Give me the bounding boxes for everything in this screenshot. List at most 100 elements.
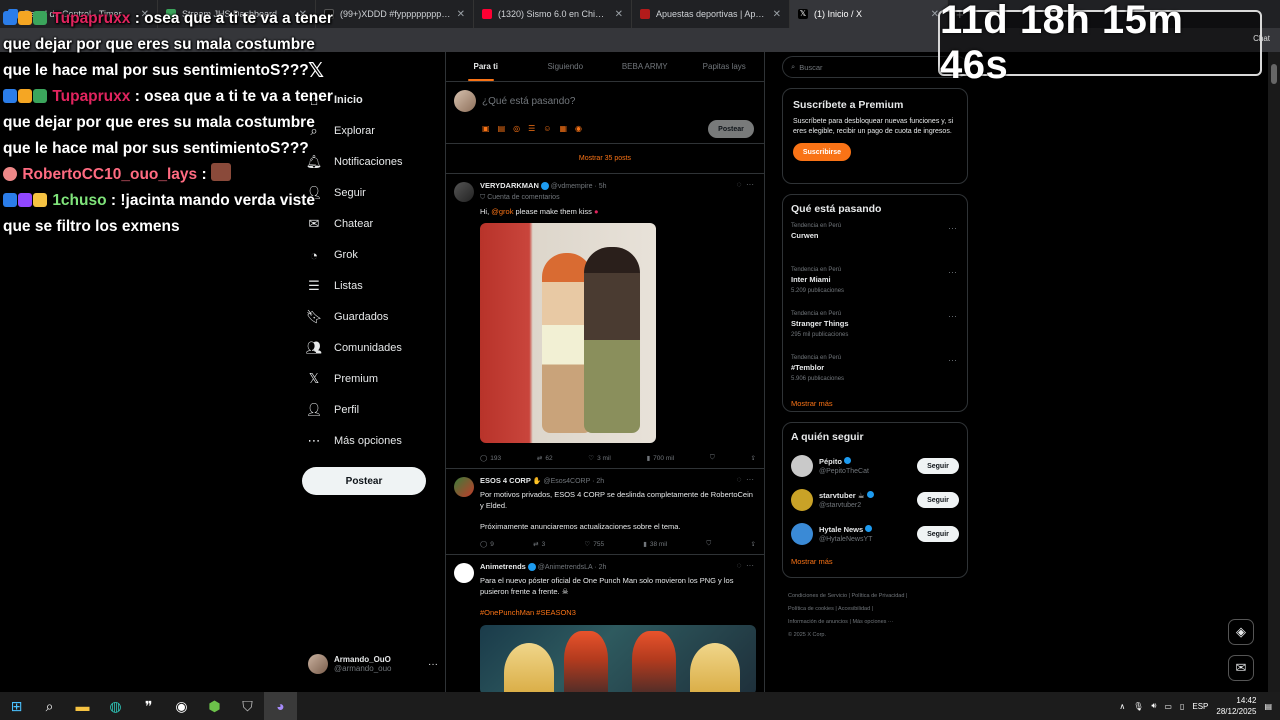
chat-extension-label[interactable]: Chat: [1253, 34, 1270, 43]
trend-item[interactable]: Tendencia en Perú Stranger Things 295 mil …: [791, 311, 959, 355]
reply-button[interactable]: ◯ 193: [480, 454, 501, 463]
follow-suggestion[interactable]: Pépito @PepitoTheCat Seguir: [791, 449, 959, 483]
post-handle[interactable]: @AnimetrendsLA: [538, 564, 593, 571]
close-icon[interactable]: ✕: [615, 9, 623, 20]
post[interactable]: ESOS 4 CORP ✋ @Esos4CORP · 2h ◌ ··· Por …: [446, 469, 764, 555]
post-handle[interactable]: @Esos4CORP: [543, 478, 590, 485]
notification-icon[interactable]: ▤: [1264, 702, 1272, 711]
follow-button[interactable]: Seguir: [917, 492, 959, 508]
composer-post-button[interactable]: Postear: [708, 120, 754, 138]
minecraft-icon[interactable]: ⬢: [198, 692, 231, 720]
more-icon[interactable]: ···: [428, 659, 438, 670]
scrollbar-thumb[interactable]: [1271, 64, 1277, 84]
follow-button[interactable]: Seguir: [917, 526, 959, 542]
chrome-icon[interactable]: ◕: [264, 692, 297, 720]
more-icon[interactable]: ···: [746, 180, 754, 189]
post-image[interactable]: [480, 625, 756, 692]
footer-link[interactable]: Información de anuncios: [788, 619, 848, 625]
poll-icon[interactable]: ☰: [528, 124, 535, 133]
gif-icon[interactable]: ▤: [498, 124, 506, 133]
like-button[interactable]: ♡ 3 mil: [588, 454, 611, 463]
footer-link[interactable]: Política de cookies: [788, 606, 834, 612]
nav-item-guardados[interactable]: 🔖︎ Guardados: [306, 305, 389, 329]
network-icon[interactable]: ▭: [1164, 702, 1172, 711]
close-icon[interactable]: ✕: [457, 9, 465, 20]
hashtag-links[interactable]: #OnePunchMan #SEASON3: [480, 607, 756, 618]
shield-icon[interactable]: ⛉: [231, 692, 264, 720]
account-switcher[interactable]: Armando_OuO @armando_ouo ···: [308, 654, 438, 674]
location-icon[interactable]: ◉: [575, 124, 582, 133]
close-icon[interactable]: ✕: [773, 9, 781, 20]
browser-tab-active[interactable]: 𝕏 (1) Inicio / X ✕: [790, 0, 948, 28]
browser-tab[interactable]: (99+)XDDD #fypppppppppppppp ✕: [316, 0, 474, 28]
post-image[interactable]: [480, 223, 656, 443]
image-icon[interactable]: ▣: [482, 124, 490, 133]
volume-icon[interactable]: 🔊︎: [1151, 701, 1156, 711]
obs-icon[interactable]: ◉: [165, 692, 198, 720]
footer-link[interactable]: Política de Privacidad: [852, 593, 905, 599]
tab-papitas-lays[interactable]: Papitas lays: [685, 52, 765, 81]
more-icon[interactable]: ···: [746, 561, 754, 570]
chevron-up-icon[interactable]: ∧: [1119, 702, 1125, 711]
follow-suggestion[interactable]: starvtuber ☕ @starvtuber2 Seguir: [791, 483, 959, 517]
clock[interactable]: 14:42 28/12/2025: [1216, 695, 1256, 717]
repost-button[interactable]: ⇄ 3: [533, 540, 545, 549]
trend-item[interactable]: Tendencia en Perú Curwen ···: [791, 223, 959, 267]
show-more-posts[interactable]: Mostrar 35 posts: [446, 144, 764, 174]
bookmark-icon[interactable]: ⛉: [706, 540, 711, 548]
nav-item-mas-opciones[interactable]: ⋯ Más opciones: [306, 429, 402, 453]
more-icon[interactable]: ···: [948, 355, 957, 365]
battery-icon[interactable]: ▯: [1180, 702, 1184, 711]
more-icon[interactable]: ···: [948, 311, 957, 321]
browser-tab[interactable]: Apuestas deportivas | Apuestas on ✕: [632, 0, 790, 28]
more-icon[interactable]: ···: [746, 475, 754, 484]
trend-item[interactable]: Tendencia en Perú Inter Miami 5.209 public…: [791, 267, 959, 311]
file-explorer-icon[interactable]: ▬: [66, 692, 99, 720]
language-indicator[interactable]: ESP: [1192, 702, 1208, 711]
grok-icon[interactable]: ◎: [513, 124, 520, 133]
nav-item-listas[interactable]: ☰ Listas: [306, 274, 363, 298]
grok-icon[interactable]: ◌: [737, 180, 742, 189]
share-icon[interactable]: ⇪: [750, 540, 755, 548]
browser-tab[interactable]: (1320) Sismo 6.0 en Chimbote: im ✕: [474, 0, 632, 28]
search-icon[interactable]: ⌕: [33, 692, 66, 720]
like-button[interactable]: ♡ 755: [584, 540, 604, 549]
more-icon[interactable]: ···: [948, 267, 957, 277]
post[interactable]: Animetrends @AnimetrendsLA · 2h ◌ ··· Pa…: [446, 555, 764, 692]
post[interactable]: VERYDARKMAN @vdmempire · 5h ◌ ··· ⛉ Cuen…: [446, 174, 764, 469]
nav-item-premium[interactable]: 𝕏 Premium: [306, 367, 378, 391]
post-author[interactable]: Animetrends: [480, 562, 526, 571]
footer-link[interactable]: Más opciones ···: [852, 619, 893, 625]
tab-para-ti[interactable]: Para ti: [446, 52, 526, 81]
show-more-follow[interactable]: Mostrar más: [791, 557, 959, 566]
show-more-trends[interactable]: Mostrar más: [791, 399, 959, 408]
edge-icon[interactable]: ◍: [99, 692, 132, 720]
trend-item[interactable]: Tendencia en Perú #Temblor 5.906 publicaci…: [791, 355, 959, 399]
post-button[interactable]: Postear: [302, 467, 426, 495]
emoji-icon[interactable]: ☺: [543, 124, 551, 133]
footer-link[interactable]: Accesibilidad: [838, 606, 870, 612]
messages-fab-icon[interactable]: ✉: [1228, 655, 1254, 681]
bookmark-icon[interactable]: ⛉: [710, 454, 715, 462]
nav-item-grok[interactable]: ◔ Grok: [306, 243, 358, 267]
windows-start-icon[interactable]: ⊞: [0, 692, 33, 720]
follow-button[interactable]: Seguir: [917, 458, 959, 474]
composer-input[interactable]: ¿Qué está pasando?: [482, 96, 575, 107]
more-icon[interactable]: ···: [948, 223, 957, 233]
share-icon[interactable]: ⇪: [750, 454, 755, 462]
post-author[interactable]: VERYDARKMAN: [480, 181, 539, 190]
nav-item-comunidades[interactable]: 👥︎ Comunidades: [306, 336, 402, 360]
post-author[interactable]: ESOS 4 CORP: [480, 476, 531, 485]
post-handle[interactable]: @vdmempire: [551, 183, 593, 190]
grok-icon[interactable]: ◌: [737, 561, 742, 570]
microphone-icon[interactable]: 🎙︎: [1133, 702, 1143, 711]
views-button[interactable]: ▮ 38 mil: [643, 540, 667, 549]
footer-link[interactable]: Condiciones de Servicio: [788, 593, 847, 599]
mention-link[interactable]: @grok: [491, 207, 513, 216]
nav-item-perfil[interactable]: 👤︎ Perfil: [306, 398, 359, 422]
views-button[interactable]: ▮ 700 mil: [647, 454, 675, 463]
tab-siguiendo[interactable]: Siguiendo: [526, 52, 606, 81]
repost-button[interactable]: ⇄ 62: [537, 454, 553, 463]
quote-app-icon[interactable]: ❞: [132, 692, 165, 720]
subscribe-button[interactable]: Suscribirse: [793, 143, 851, 161]
